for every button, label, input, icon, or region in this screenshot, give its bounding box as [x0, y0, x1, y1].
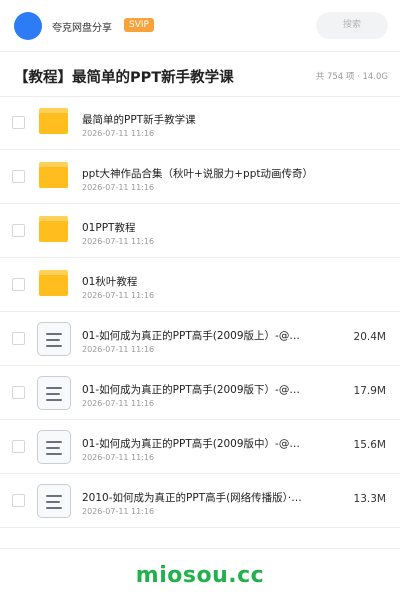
- select-checkbox[interactable]: [12, 440, 25, 453]
- folder-icon: [39, 270, 68, 296]
- document-icon: [37, 322, 71, 356]
- select-checkbox[interactable]: [12, 278, 25, 291]
- select-checkbox[interactable]: [12, 332, 25, 345]
- item-name: 01PPT教程: [82, 222, 136, 234]
- item-date: 2026-07-11 11:16: [82, 183, 155, 192]
- select-checkbox[interactable]: [12, 224, 25, 237]
- item-name: 01-如何成为真正的PPT高手(2009版下）-@…: [82, 384, 300, 396]
- item-name: 2010-如何成为真正的PPT高手(网络传播版）·…: [82, 492, 302, 504]
- list-item[interactable]: 01-如何成为真正的PPT高手(2009版中）-@… 2026-07-11 11…: [0, 420, 400, 474]
- item-date: 2026-07-11 11:16: [82, 129, 155, 138]
- share-name: 夸克网盘分享: [52, 23, 112, 34]
- item-size: 17.9M: [353, 385, 386, 397]
- svip-badge: SVIP: [124, 18, 154, 32]
- document-icon: [37, 376, 71, 410]
- folder-icon: [39, 162, 68, 188]
- item-size: 13.3M: [353, 493, 386, 505]
- item-name: 01-如何成为真正的PPT高手(2009版中）-@…: [82, 438, 300, 450]
- item-name: ppt大神作品合集（秋叶+说服力+ppt动画传奇）: [82, 168, 313, 180]
- watermark: miosou.cc: [135, 563, 265, 588]
- top-bar: 夸克网盘分享 SVIP: [0, 0, 400, 52]
- list-item[interactable]: 01秋叶教程 2026-07-11 11:16: [0, 258, 400, 312]
- item-date: 2026-07-11 11:16: [82, 291, 155, 300]
- folder-icon: [39, 108, 68, 134]
- list-item[interactable]: 01PPT教程 2026-07-11 11:16: [0, 204, 400, 258]
- document-icon: [37, 484, 71, 518]
- folder-meta: 共 754 项 · 14.0G: [315, 72, 388, 82]
- item-size: 20.4M: [353, 331, 386, 343]
- document-icon: [37, 430, 71, 464]
- item-date: 2026-07-11 11:16: [82, 237, 155, 246]
- folder-header: 【教程】最简单的PPT新手教学课 共 754 项 · 14.0G: [0, 53, 400, 97]
- select-checkbox[interactable]: [12, 116, 25, 129]
- folder-icon: [39, 216, 68, 242]
- list-item[interactable]: 最简单的PPT新手教学课 2026-07-11 11:16: [0, 96, 400, 150]
- item-date: 2026-07-11 11:16: [82, 345, 155, 354]
- select-checkbox[interactable]: [12, 170, 25, 183]
- item-size: 15.6M: [353, 439, 386, 451]
- item-date: 2026-07-11 11:16: [82, 453, 155, 462]
- list-item[interactable]: ppt大神作品合集（秋叶+说服力+ppt动画传奇） 2026-07-11 11:…: [0, 150, 400, 204]
- item-name: 01-如何成为真正的PPT高手(2009版上）-@…: [82, 330, 300, 342]
- item-name: 01秋叶教程: [82, 276, 138, 288]
- file-list: 最简单的PPT新手教学课 2026-07-11 11:16 ppt大神作品合集（…: [0, 96, 400, 528]
- avatar[interactable]: [14, 12, 42, 40]
- select-checkbox[interactable]: [12, 386, 25, 399]
- list-item[interactable]: 01-如何成为真正的PPT高手(2009版下）-@… 2026-07-11 11…: [0, 366, 400, 420]
- item-date: 2026-07-11 11:16: [82, 399, 155, 408]
- page-title: 【教程】最简单的PPT新手教学课: [14, 70, 234, 86]
- item-date: 2026-07-11 11:16: [82, 507, 155, 516]
- select-checkbox[interactable]: [12, 494, 25, 507]
- item-name: 最简单的PPT新手教学课: [82, 114, 196, 126]
- list-item[interactable]: 2010-如何成为真正的PPT高手(网络传播版）·… 2026-07-11 11…: [0, 474, 400, 528]
- search-input[interactable]: [316, 12, 388, 39]
- list-item[interactable]: 01-如何成为真正的PPT高手(2009版上）-@… 2026-07-11 11…: [0, 312, 400, 366]
